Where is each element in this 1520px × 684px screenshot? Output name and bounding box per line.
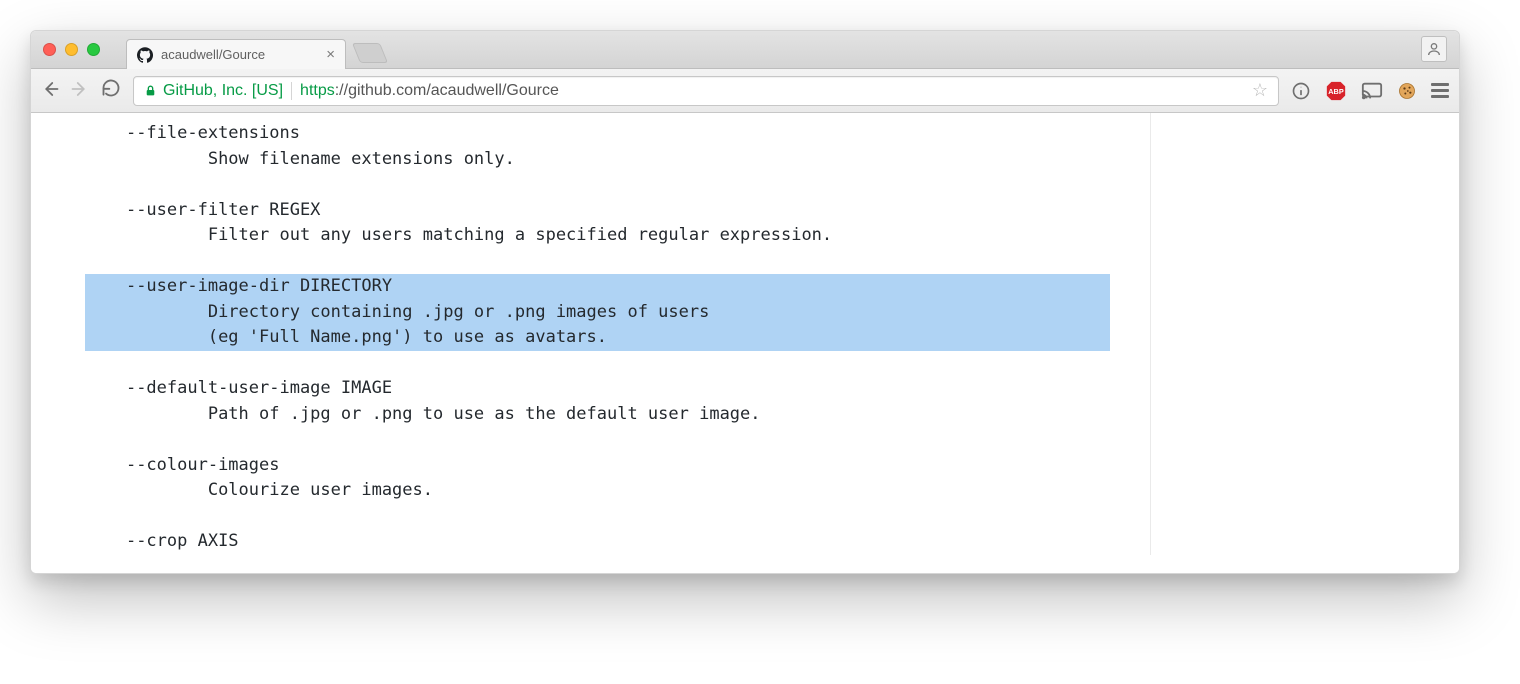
nav-arrows xyxy=(41,78,89,104)
cast-extension-icon[interactable] xyxy=(1361,81,1383,101)
opt-colour-images-desc: Colourize user images. xyxy=(208,480,433,500)
extension-icons: ABP xyxy=(1291,80,1449,102)
cert-identity-text: GitHub, Inc. [US] xyxy=(163,82,283,100)
opt-user-filter-desc: Filter out any users matching a specifie… xyxy=(208,225,832,245)
back-button[interactable] xyxy=(41,78,59,104)
url-text: https://github.com/acaudwell/Gource xyxy=(300,82,559,100)
maximize-window-button[interactable] xyxy=(87,43,100,56)
new-tab-button[interactable] xyxy=(352,43,388,63)
tab-close-button[interactable]: × xyxy=(312,46,335,63)
hamburger-menu-button[interactable] xyxy=(1431,83,1449,98)
opt-crop-flag: --crop AXIS xyxy=(126,531,239,551)
page-viewport[interactable]: --file-extensions Show filename extensio… xyxy=(31,113,1459,573)
site-identity[interactable]: GitHub, Inc. [US] xyxy=(144,82,292,100)
profile-menu-button[interactable] xyxy=(1421,36,1447,62)
opt-colour-images-flag: --colour-images xyxy=(126,455,280,475)
adblock-extension-icon[interactable]: ABP xyxy=(1325,80,1347,102)
cookie-extension-icon[interactable] xyxy=(1397,81,1417,101)
opt-file-extensions-flag: --file-extensions xyxy=(126,123,300,143)
tab-title: acaudwell/Gource xyxy=(161,47,265,62)
options-pre: --file-extensions Show filename extensio… xyxy=(85,121,1110,555)
browser-tab[interactable]: acaudwell/Gource × xyxy=(126,39,346,69)
url-proto: https xyxy=(300,82,335,99)
opt-file-extensions-desc: Show filename extensions only. xyxy=(208,149,515,169)
opt-user-image-dir-flag: --user-image-dir DIRECTORY xyxy=(126,276,392,296)
opt-user-filter-flag: --user-filter REGEX xyxy=(126,200,320,220)
url-path: ://github.com/acaudwell/Gource xyxy=(335,82,559,99)
address-bar[interactable]: GitHub, Inc. [US] https://github.com/aca… xyxy=(133,76,1279,106)
svg-text:ABP: ABP xyxy=(1328,86,1344,95)
readme-content: --file-extensions Show filename extensio… xyxy=(71,113,1151,555)
github-favicon xyxy=(137,47,153,63)
minimize-window-button[interactable] xyxy=(65,43,78,56)
forward-button[interactable] xyxy=(71,78,89,104)
bookmark-star-icon[interactable]: ☆ xyxy=(1252,80,1268,101)
opt-user-image-dir-desc-a: Directory containing .jpg or .png images… xyxy=(208,302,710,322)
lock-icon xyxy=(144,84,157,97)
info-extension-icon[interactable] xyxy=(1291,81,1311,101)
opt-default-user-image-flag: --default-user-image IMAGE xyxy=(126,378,392,398)
window-controls xyxy=(43,43,100,56)
tab-strip: acaudwell/Gource × xyxy=(31,31,1459,69)
close-window-button[interactable] xyxy=(43,43,56,56)
reload-button[interactable] xyxy=(101,78,121,104)
browser-window: acaudwell/Gource × GitHub, Inc. [US] xyxy=(30,30,1460,574)
opt-user-image-dir-desc-b: (eg 'Full Name.png') to use as avatars. xyxy=(208,327,607,347)
opt-default-user-image-desc: Path of .jpg or .png to use as the defau… xyxy=(208,404,761,424)
browser-toolbar: GitHub, Inc. [US] https://github.com/aca… xyxy=(31,69,1459,113)
